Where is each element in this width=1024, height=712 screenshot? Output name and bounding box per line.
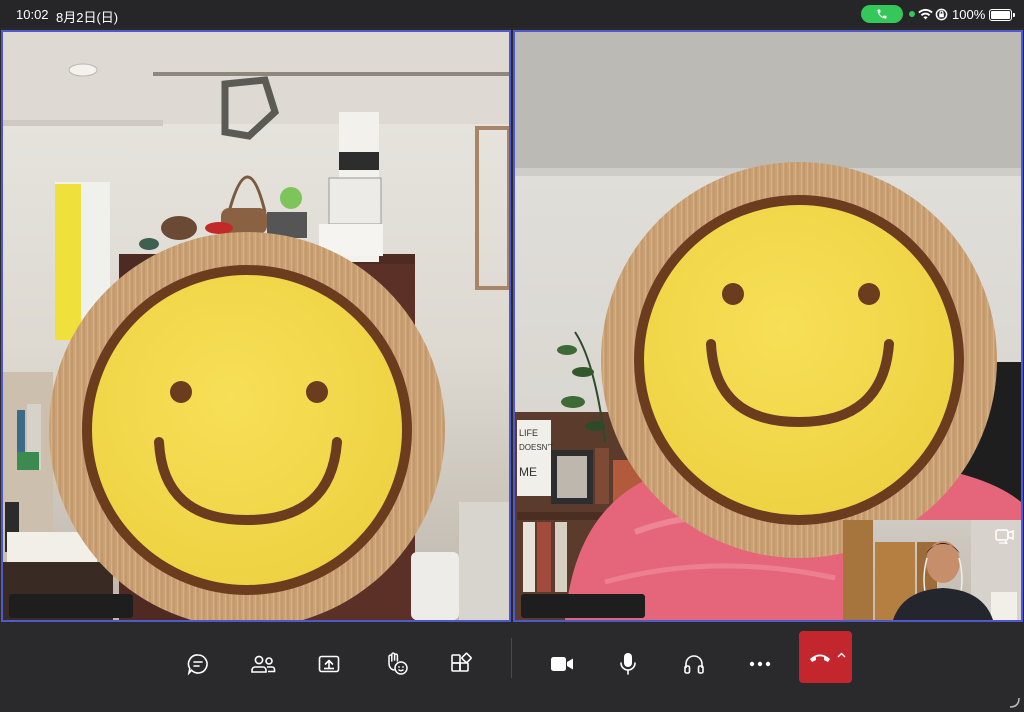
share-screen-button[interactable]: [307, 642, 351, 686]
status-date: 8月2日(日): [56, 10, 119, 25]
apps-button[interactable]: [439, 642, 483, 686]
microphone-icon: [620, 653, 636, 675]
chat-button[interactable]: [176, 642, 220, 686]
reactions-button[interactable]: [374, 642, 418, 686]
switch-camera-icon[interactable]: [995, 528, 1015, 544]
status-bar: 10:02 8月2日(日) 100%: [0, 0, 1024, 28]
svg-text:DOESN'T: DOESN'T: [519, 443, 554, 452]
audio-device-button[interactable]: [672, 642, 716, 686]
battery-percentage: 100%: [952, 7, 986, 22]
leave-call-button[interactable]: [799, 631, 852, 683]
headphones-icon: [684, 655, 704, 674]
phone-icon: [877, 9, 887, 19]
video-camera-icon: [551, 657, 573, 671]
name-plate: [9, 594, 133, 618]
more-icon: [749, 661, 771, 667]
share-screen-icon: [318, 655, 340, 673]
self-view-video[interactable]: [843, 520, 1021, 620]
status-time: 10:02: [16, 7, 49, 22]
hang-up-icon: [809, 654, 830, 662]
chevron-up-icon[interactable]: [837, 652, 846, 658]
resize-handle-icon[interactable]: [1008, 696, 1020, 708]
battery-icon: [989, 9, 1015, 21]
rotation-lock-icon: [935, 8, 948, 21]
participant-avatar-smiley: [601, 162, 997, 558]
recording-dot: [909, 11, 915, 17]
participants-button[interactable]: [241, 642, 285, 686]
active-call-indicator[interactable]: [861, 5, 903, 23]
participants-icon: [251, 655, 276, 673]
microphone-button[interactable]: [606, 642, 650, 686]
name-plate: [521, 594, 645, 618]
wifi-icon: [918, 8, 933, 20]
camera-button[interactable]: [540, 642, 584, 686]
call-toolbar: [0, 624, 1024, 712]
more-options-button[interactable]: [738, 642, 782, 686]
toolbar-divider: [511, 638, 512, 678]
reactions-icon: [388, 652, 408, 675]
participant-avatar-smiley: [49, 232, 445, 620]
participant-video-tile-left[interactable]: [1, 30, 511, 622]
svg-text:LIFE: LIFE: [519, 428, 538, 438]
chat-bubble-icon: [187, 654, 208, 676]
apps-icon: [451, 652, 472, 672]
svg-text:ME: ME: [519, 465, 537, 479]
